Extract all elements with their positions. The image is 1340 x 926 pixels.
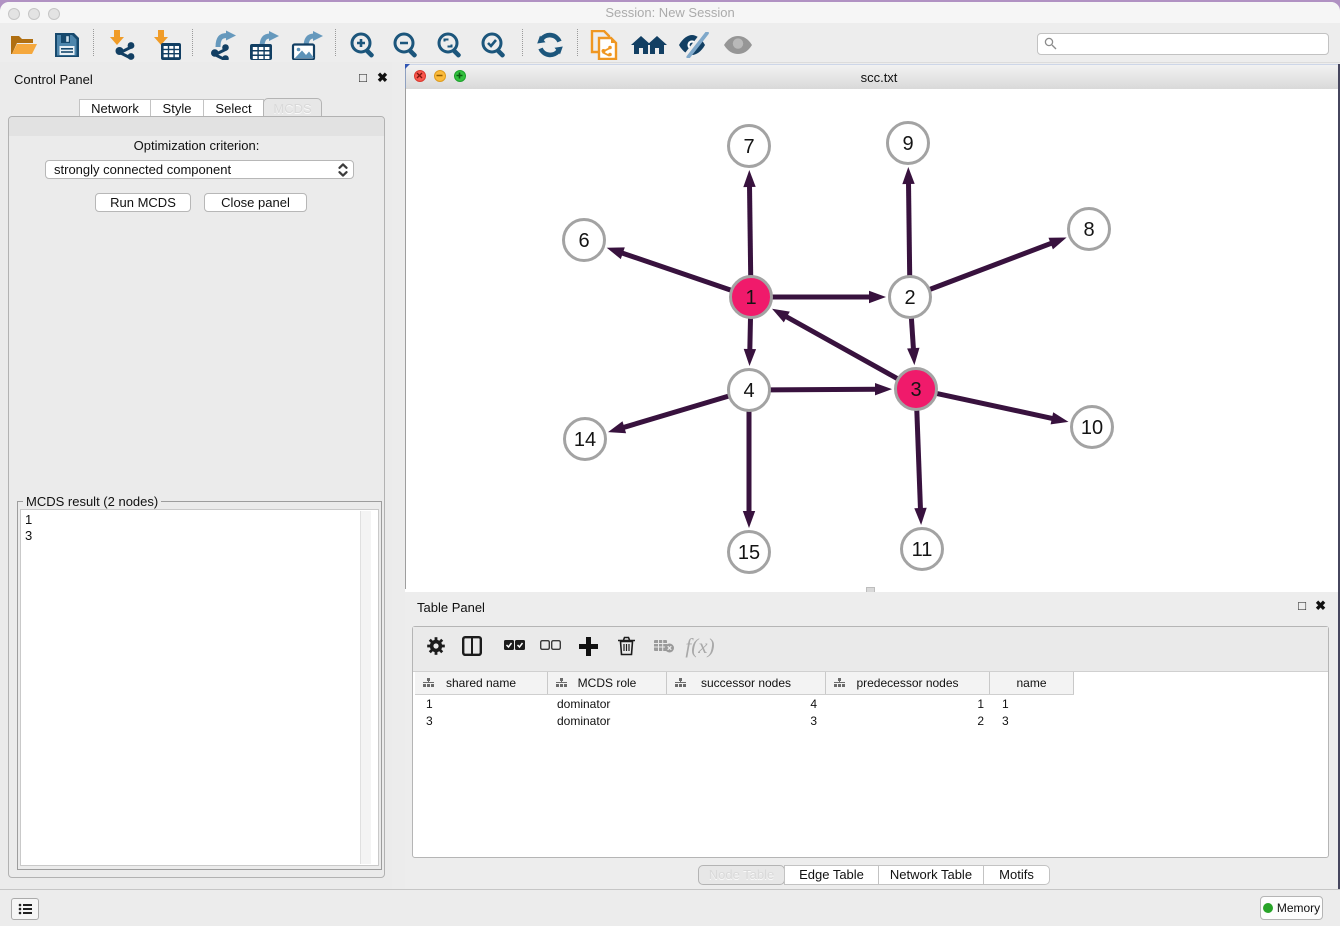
svg-text:9: 9 [902,133,913,155]
svg-text:2: 2 [904,287,915,309]
svg-text:11: 11 [912,539,933,561]
svg-text:15: 15 [738,542,760,564]
svg-text:14: 14 [574,429,596,451]
svg-text:7: 7 [743,136,754,158]
svg-text:8: 8 [1083,219,1094,241]
svg-text:6: 6 [578,230,589,252]
svg-text:4: 4 [743,380,754,402]
svg-text:1: 1 [745,287,756,309]
svg-text:3: 3 [910,379,921,401]
svg-text:10: 10 [1081,417,1103,439]
